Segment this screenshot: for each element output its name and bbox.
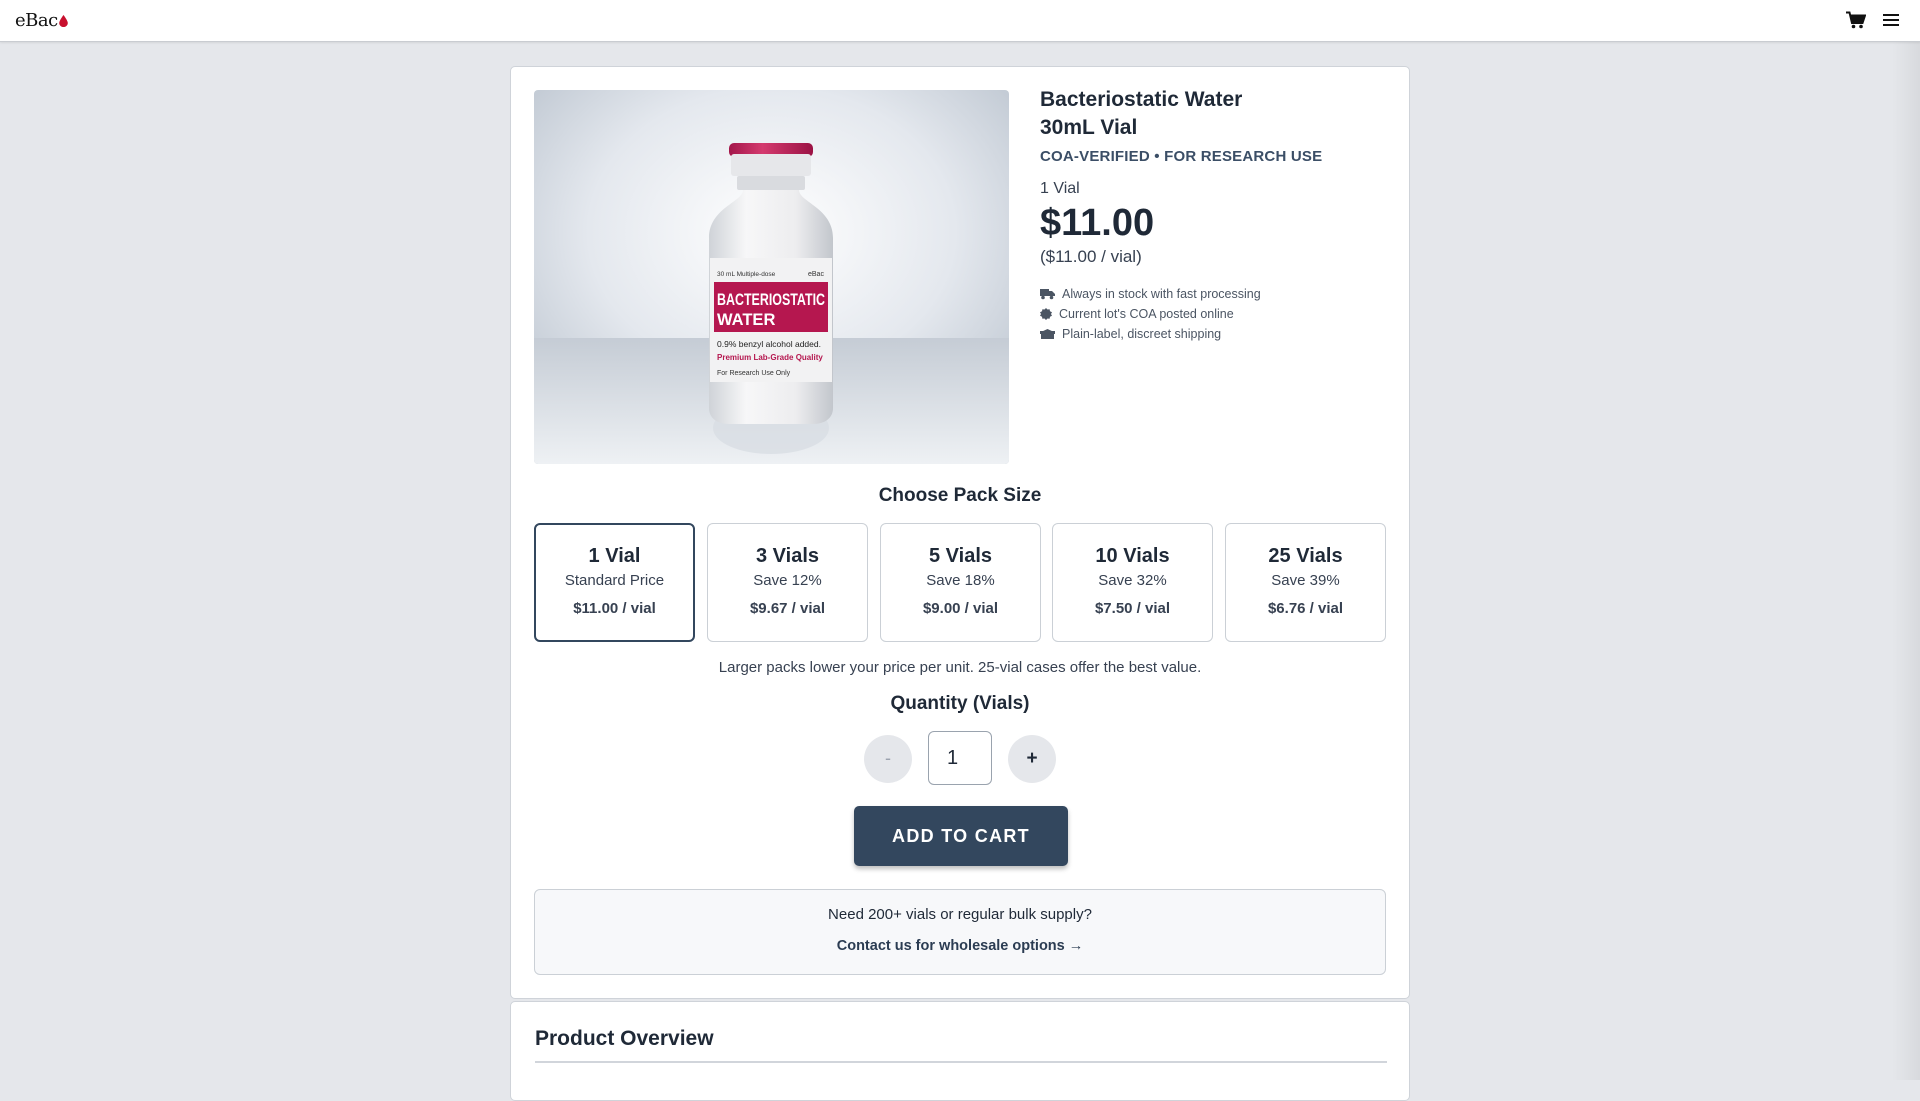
quantity-heading: Quantity (Vials) xyxy=(890,693,1030,714)
blood-drop-icon xyxy=(58,14,68,27)
wholesale-question: Need 200+ vials or regular bulk supply? xyxy=(828,906,1092,923)
label-line5: For Research Use Only xyxy=(717,370,791,377)
overview-divider xyxy=(535,1061,1387,1063)
pack-option-1-vial[interactable]: 1 Vial Standard Price $11.00 / vial xyxy=(534,523,695,642)
product-title: Bacteriostatic Water 30mL Vial xyxy=(1040,86,1380,142)
feature-item: Plain-label, discreet shipping xyxy=(1040,324,1261,344)
label-line1: BACTERIOSTATIC xyxy=(717,291,825,309)
pack-price: $9.67 / vial xyxy=(749,600,826,617)
label-line2: WATER xyxy=(717,311,775,329)
product-card: 30 mL Multiple-dose eBac BACTERIOSTATIC … xyxy=(510,66,1410,999)
quantity-input[interactable]: 1 xyxy=(928,731,992,785)
truck-icon xyxy=(1040,289,1055,300)
feature-text: Plain-label, discreet shipping xyxy=(1062,327,1222,341)
pack-savings: Save 39% xyxy=(1271,572,1340,589)
box-icon xyxy=(1040,329,1055,339)
pack-size-heading: Choose Pack Size xyxy=(878,485,1042,506)
pack-name: 10 Vials xyxy=(1095,545,1170,567)
bottle-top-text: 30 mL Multiple-dose xyxy=(717,271,776,278)
pack-savings: Save 12% xyxy=(753,572,822,589)
pack-option-10-vials[interactable]: 10 Vials Save 32% $7.50 / vial xyxy=(1052,523,1213,642)
product-title-line1: Bacteriostatic Water xyxy=(1040,88,1243,111)
pack-name: 5 Vials xyxy=(928,545,993,567)
logo-text: eBac xyxy=(15,10,58,31)
feature-list: Always in stock with fast processing Cur… xyxy=(1040,284,1261,344)
product-price: $11.00 xyxy=(1040,202,1155,244)
feature-item: Current lot's COA posted online xyxy=(1040,304,1261,324)
pack-hint: Larger packs lower your price per unit. … xyxy=(718,659,1202,676)
badge-icon xyxy=(1040,308,1052,320)
unit-price: ($11.00 / vial) xyxy=(1040,247,1142,266)
pack-option-3-vials[interactable]: 3 Vials Save 12% $9.67 / vial xyxy=(707,523,868,642)
pack-savings: Save 32% xyxy=(1098,572,1167,589)
feature-item: Always in stock with fast processing xyxy=(1040,284,1261,304)
quantity-decrease-button[interactable]: - xyxy=(864,735,912,783)
overview-title: Product Overview xyxy=(535,1027,714,1050)
quantity-increase-button[interactable]: + xyxy=(1008,735,1056,783)
product-image: 30 mL Multiple-dose eBac BACTERIOSTATIC … xyxy=(534,90,1009,464)
add-to-cart-button[interactable]: ADD TO CART xyxy=(854,806,1068,866)
feature-text: Always in stock with fast processing xyxy=(1062,287,1261,301)
top-navbar: eBac xyxy=(0,0,1920,42)
product-overview-card: Product Overview xyxy=(510,1001,1410,1101)
pack-savings: Standard Price xyxy=(564,572,665,589)
selected-pack-label: 1 Vial xyxy=(1040,180,1080,197)
pack-option-25-vials[interactable]: 25 Vials Save 39% $6.76 / vial xyxy=(1225,523,1386,642)
pack-option-5-vials[interactable]: 5 Vials Save 18% $9.00 / vial xyxy=(880,523,1041,642)
pack-savings: Save 18% xyxy=(926,572,995,589)
page-edge-shadow xyxy=(1892,42,1920,1080)
cart-icon[interactable] xyxy=(1846,11,1866,29)
pack-name: 25 Vials xyxy=(1268,545,1343,567)
pack-price: $9.00 / vial xyxy=(922,600,999,617)
site-logo[interactable]: eBac xyxy=(15,10,68,31)
feature-text: Current lot's COA posted online xyxy=(1059,307,1234,321)
wholesale-box: Need 200+ vials or regular bulk supply? … xyxy=(534,889,1386,975)
pack-name: 3 Vials xyxy=(755,545,820,567)
pack-price: $11.00 / vial xyxy=(573,600,656,617)
pack-name: 1 Vial xyxy=(588,545,641,567)
label-line4: Premium Lab-Grade Quality xyxy=(717,353,823,362)
wholesale-contact-link[interactable]: Contact us for wholesale options → xyxy=(535,938,1385,954)
pack-price: $7.50 / vial xyxy=(1094,600,1171,617)
product-title-line2: 30mL Vial xyxy=(1040,116,1138,139)
pack-price: $6.76 / vial xyxy=(1267,600,1344,617)
bottle-brand: eBac xyxy=(808,271,824,278)
hamburger-menu-icon[interactable] xyxy=(1883,12,1899,28)
product-tagline: COA-VERIFIED • FOR RESEARCH USE xyxy=(1040,148,1323,165)
label-line3: 0.9% benzyl alcohol added. xyxy=(717,339,821,349)
